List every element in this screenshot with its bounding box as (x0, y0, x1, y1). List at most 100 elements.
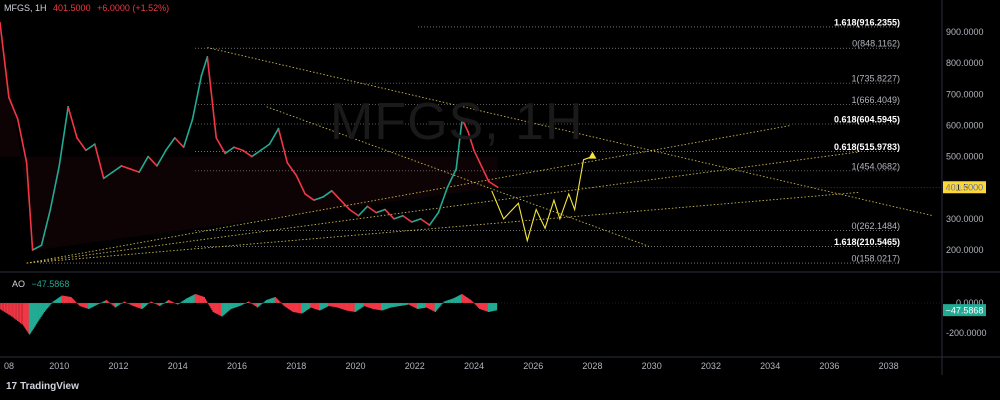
price-segment (366, 205, 378, 214)
price-segment (393, 214, 404, 220)
price-segment (375, 208, 386, 214)
ao-axis-label: -200.0000 (946, 328, 987, 338)
price-point (191, 118, 194, 120)
time-axis-label: 08 (4, 361, 14, 371)
price-point (165, 149, 167, 152)
ao-bar (472, 302, 474, 303)
ao-bar (2, 303, 4, 311)
tradingview-logo[interactable]: 17 TradingView (6, 381, 79, 392)
price-segment (191, 74, 203, 120)
ao-bar (18, 303, 20, 323)
price-segment (67, 105, 78, 139)
price-point (479, 162, 481, 164)
symbol-label[interactable]: MFGS, 1H (4, 3, 47, 13)
time-axis-label: 2010 (49, 361, 69, 371)
chart-root: 1.618(916.2355) 0(848.1162) 1(735.8227) 1(6… (0, 0, 1000, 400)
price-segment (268, 127, 280, 145)
time-axis-label: 2018 (286, 361, 306, 371)
ao-bar (16, 303, 19, 321)
price-point (233, 146, 235, 148)
price-segment (259, 143, 271, 152)
price-point (313, 199, 315, 201)
price-segment (200, 56, 209, 77)
time-axis-label: 2028 (582, 361, 602, 371)
price-point (268, 143, 271, 145)
fib-level-label: 0.618(604.5945) (834, 114, 900, 124)
last-price-text: 401.5000 (53, 3, 91, 13)
ao-bar (11, 303, 13, 317)
price-point (251, 155, 253, 158)
price-point (147, 155, 149, 158)
price-point (182, 146, 185, 148)
time-axis-label: 2022 (405, 361, 425, 371)
price-point (393, 218, 395, 220)
price-point (138, 171, 140, 173)
price-point (200, 74, 203, 77)
ao-bar (495, 303, 498, 311)
fib-level-label: 0(848.1162) (852, 39, 900, 49)
price-segment (215, 137, 226, 155)
fib-level-label: 1.618(916.2355) (834, 17, 900, 27)
ao-bar (14, 303, 16, 319)
chart-header: MFGS, 1H 401.5000 +6.0000 (+1.52%) (4, 3, 169, 13)
price-axis-label: 800.0000 (946, 58, 984, 68)
price-segment (182, 118, 194, 149)
price-point (17, 118, 19, 120)
price-point (156, 165, 158, 167)
price-point (120, 165, 123, 167)
ao-bar (121, 303, 123, 304)
price-point (259, 149, 262, 152)
price-point (331, 190, 333, 192)
ao-value-tag-label: −47.5868 (946, 306, 984, 316)
price-point (49, 208, 52, 211)
price-point (102, 177, 105, 180)
price-point (295, 174, 297, 176)
price-point (94, 143, 96, 145)
price-axis-label: 600.0000 (946, 120, 984, 130)
fib-level-label: 1(666.4049) (851, 95, 900, 105)
tradingview-icon: 17 (6, 381, 18, 392)
fib-level-label: 1.618(210.5465) (834, 237, 900, 247)
price-point (277, 127, 280, 130)
price-point (129, 168, 132, 170)
price-axis-label: 700.0000 (946, 89, 984, 99)
ao-bar (5, 303, 7, 313)
price-segment (402, 214, 413, 223)
price-point (286, 162, 289, 164)
chart-canvas[interactable]: 1.618(916.2355) 0(848.1162) 1(735.8227) 1(6… (0, 0, 1000, 400)
time-axis-label: 2026 (523, 361, 543, 371)
time-axis-label: 2014 (168, 361, 188, 371)
price-point (206, 56, 209, 58)
price-point (40, 244, 43, 247)
price-point (411, 221, 413, 223)
time-axis-label: 2020 (345, 361, 365, 371)
price-axis-label: 200.0000 (946, 245, 984, 255)
time-axis-label: 2024 (464, 361, 484, 371)
price-point (419, 218, 422, 220)
ao-bar (0, 303, 3, 310)
price-segment (85, 143, 96, 152)
price-point (428, 224, 431, 226)
ao-bar (3, 303, 6, 312)
price-segment (250, 149, 262, 158)
ao-bar (19, 303, 22, 324)
tradingview-name: TradingView (20, 381, 79, 392)
price-axis-label: 500.0000 (946, 152, 984, 162)
time-axis-label: 2032 (701, 361, 721, 371)
ao-bar (21, 303, 23, 325)
price-segment (165, 137, 176, 152)
price-point (8, 96, 10, 99)
price-point (384, 208, 386, 211)
price-segment (410, 218, 422, 223)
ao-label[interactable]: AO (12, 279, 25, 289)
price-axis-label: 900.0000 (946, 27, 984, 37)
price-segment (384, 208, 395, 220)
price-segment (76, 137, 87, 152)
price-point (402, 215, 404, 217)
price-point (58, 165, 60, 167)
fib-level-label: 1(735.8227) (851, 74, 900, 84)
fib-level-label: 0(262.1484) (851, 221, 900, 231)
price-point (31, 249, 34, 251)
price-point (174, 137, 176, 139)
price-point (111, 171, 114, 173)
